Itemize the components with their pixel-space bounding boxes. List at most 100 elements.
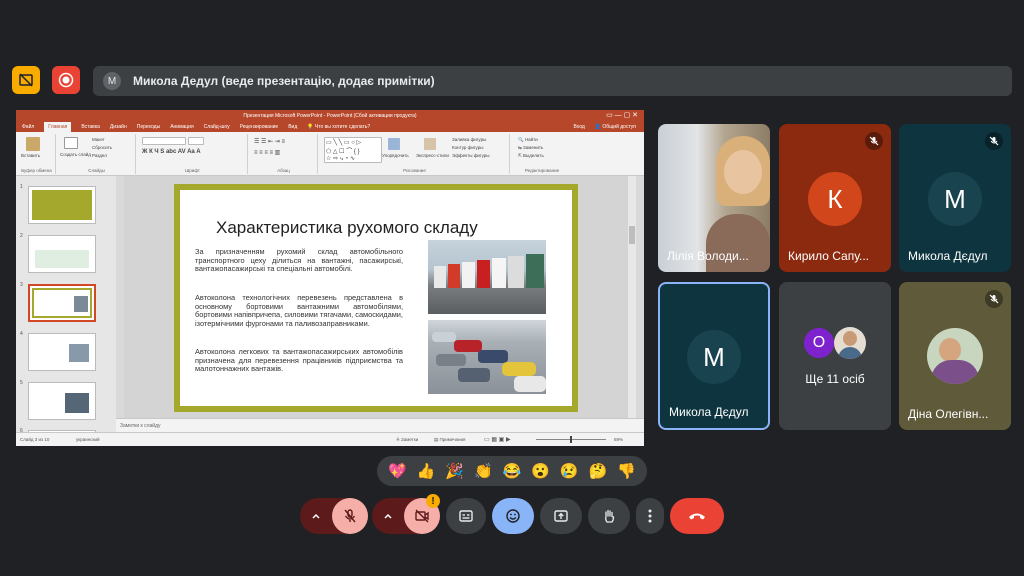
reaction-laugh[interactable]: 😂 <box>500 462 524 480</box>
reaction-clap[interactable]: 👏 <box>471 462 495 480</box>
participant-tile-1[interactable]: Лілія Володи... <box>658 124 770 272</box>
notes-toggle[interactable]: ≙ Заметки <box>396 437 418 443</box>
vertical-scrollbar[interactable] <box>628 176 636 418</box>
participant-tile-more[interactable]: О Ще 11 осіб <box>779 282 891 430</box>
participant-name: Микола Дєдул <box>669 405 749 419</box>
ppt-tab-bar: Файл Главная Вставка Дизайн Переходы Ани… <box>16 122 644 132</box>
font-name-box[interactable] <box>142 137 186 145</box>
arrange-icon[interactable] <box>388 138 400 150</box>
slide-thumbnail-3[interactable] <box>28 284 96 322</box>
ppt-tab-design[interactable]: Дизайн <box>110 124 127 130</box>
find-button[interactable]: 🔍 Найти <box>518 137 538 143</box>
paragraph-buttons[interactable]: ☰ ☰ ⇤ ⇥ ≡ <box>254 138 285 145</box>
reaction-thinking[interactable]: 🤔 <box>586 462 610 480</box>
new-slide-icon[interactable] <box>64 137 78 149</box>
activities-button[interactable] <box>12 66 40 94</box>
caption-off-icon <box>19 73 33 87</box>
muted-mic-icon <box>865 132 883 150</box>
participant-name: Лілія Володи... <box>667 249 749 263</box>
select-button[interactable]: ⇱ Выделить <box>518 153 544 159</box>
leave-call-button[interactable] <box>670 498 724 534</box>
ppt-share[interactable]: 👤 Общий доступ <box>595 124 636 130</box>
hand-icon <box>605 509 615 523</box>
paste-icon[interactable] <box>26 137 40 151</box>
ppt-tab-view[interactable]: Вид <box>288 124 297 130</box>
mic-options-button[interactable] <box>300 498 332 534</box>
zoom-level[interactable]: 69% <box>614 437 623 442</box>
captions-icon <box>459 510 473 522</box>
more-options-button[interactable] <box>636 498 664 534</box>
reaction-thumbs-up[interactable]: 👍 <box>414 462 438 480</box>
slide-content: Характеристика рухомого складу За призна… <box>180 190 572 406</box>
ppt-tab-home[interactable]: Главная <box>44 122 72 132</box>
participant-name: Діна Олегівн... <box>908 407 989 421</box>
notes-pane[interactable]: Заметки к слайду <box>116 418 644 432</box>
emoji-icon <box>506 509 520 523</box>
shared-screen-powerpoint: Презентация Microsoft PowerPoint - Power… <box>16 110 644 446</box>
more-avatar-photo <box>834 327 866 359</box>
recording-button[interactable] <box>52 66 80 94</box>
reaction-sparkling-heart[interactable]: 💖 <box>385 462 409 480</box>
more-vert-icon <box>648 509 652 523</box>
more-participants-label: Ще 11 осіб <box>805 372 865 386</box>
replace-button[interactable]: ⇆ Заменить <box>518 145 543 151</box>
ribbon-group-paragraph: ☰ ☰ ⇤ ⇥ ≡ ≡ ≡ ≡ ≡ ▥ Абзац <box>250 134 318 174</box>
reaction-surprised[interactable]: 😮 <box>529 462 553 480</box>
participant-tile-4[interactable]: М Микола Дєдул <box>658 282 770 430</box>
view-buttons[interactable]: ▭ ▦ ▣ ▶ <box>484 436 511 443</box>
ribbon-group-font: Ж К Ч S abc AV Aa A Шрифт <box>138 134 248 174</box>
reaction-thumbs-down[interactable]: 👎 <box>615 462 639 480</box>
ppt-signin[interactable]: Вход <box>573 124 584 130</box>
font-size-box[interactable] <box>188 137 204 145</box>
ppt-ribbon: Вставить Буфер обмена Создать слайд Маке… <box>16 132 644 176</box>
reaction-party[interactable]: 🎉 <box>443 462 467 480</box>
ppt-tell-me[interactable]: 💡 Что вы хотите сделать? <box>307 124 370 130</box>
mic-control-group <box>300 498 368 534</box>
mic-off-icon <box>344 509 356 523</box>
language-indicator[interactable]: украинский <box>76 437 99 442</box>
ribbon-group-editing: 🔍 Найти ⇆ Заменить ⇱ Выделить Редактиров… <box>518 137 560 173</box>
more-avatar-letter: О <box>804 328 834 358</box>
participant-tile-6[interactable]: Діна Олегівн... <box>899 282 1011 430</box>
slide-paragraph-1[interactable]: За призначенням рухомий склад автомобіль… <box>195 247 403 274</box>
present-icon <box>554 510 568 522</box>
participant-name: Микола Дєдул <box>908 249 988 263</box>
align-buttons[interactable]: ≡ ≡ ≡ ≡ ▥ <box>254 149 280 156</box>
participant-tile-3[interactable]: М Микола Дєдул <box>899 124 1011 272</box>
presenter-avatar: M <box>103 72 121 90</box>
ppt-tab-file[interactable]: Файл <box>22 124 34 130</box>
camera-warning-badge: ! <box>426 494 440 508</box>
zoom-slider[interactable] <box>536 436 606 443</box>
ppt-tab-transitions[interactable]: Переходы <box>137 124 160 130</box>
quick-styles-icon[interactable] <box>424 138 436 150</box>
trucks-photo <box>428 240 546 314</box>
slide-thumbnail-4[interactable] <box>28 333 96 371</box>
chevron-up-icon <box>312 513 320 519</box>
ppt-tab-slideshow[interactable]: Слайд-шоу <box>204 124 230 130</box>
slide-thumbnail-2[interactable] <box>28 235 96 273</box>
comments-toggle[interactable]: ▤ Примечания <box>434 437 466 443</box>
ppt-tab-review[interactable]: Рецензирование <box>240 124 279 130</box>
participant-name: Кирило Сапу... <box>788 249 869 263</box>
presenter-banner-text: Микола Дедул (веде презентацію, додає пр… <box>133 74 435 88</box>
participant-tile-2[interactable]: К Кирило Сапу... <box>779 124 891 272</box>
slide-thumbnail-5[interactable] <box>28 382 96 420</box>
slide-canvas: Характеристика рухомого складу За призна… <box>124 176 636 418</box>
ppt-tab-insert[interactable]: Вставка <box>81 124 100 130</box>
present-button[interactable] <box>540 498 582 534</box>
captions-button[interactable] <box>446 498 486 534</box>
slide-paragraph-2[interactable]: Автоколона технологічних перевезень пред… <box>195 293 403 328</box>
reactions-button[interactable] <box>492 498 534 534</box>
reaction-sad[interactable]: 😢 <box>557 462 581 480</box>
font-style-buttons[interactable]: Ж К Ч S abc AV Aa A <box>142 149 201 155</box>
slide-paragraph-3[interactable]: Автоколона легкових та вантажопасажирськ… <box>195 347 403 374</box>
slide-title[interactable]: Характеристика рухомого складу <box>216 218 478 238</box>
ppt-tab-animation[interactable]: Анимация <box>170 124 193 130</box>
camera-options-button[interactable] <box>372 498 404 534</box>
raise-hand-button[interactable] <box>588 498 630 534</box>
mic-toggle-button[interactable] <box>332 498 368 534</box>
current-slide: Характеристика рухомого складу За призна… <box>174 184 578 412</box>
participant-body <box>706 214 770 272</box>
slide-thumbnails-panel: 1 2 3 4 5 6 <box>16 176 116 438</box>
slide-thumbnail-1[interactable] <box>28 186 96 224</box>
